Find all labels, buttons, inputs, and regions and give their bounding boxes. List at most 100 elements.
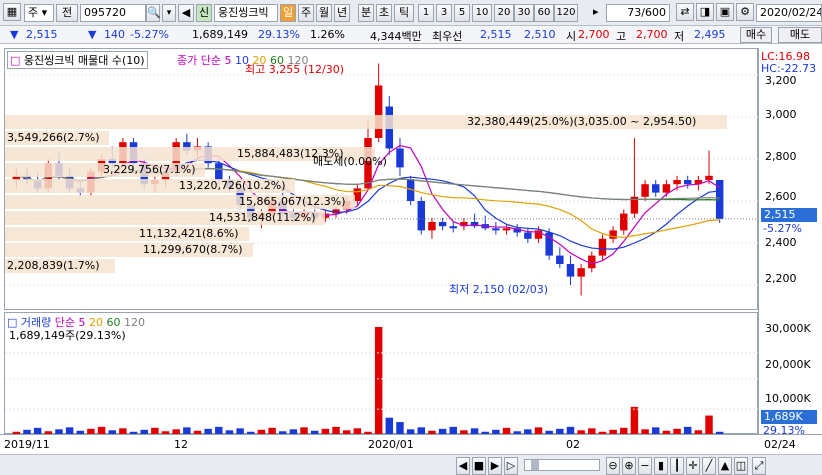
candle-body xyxy=(662,184,671,193)
quote-volume: 1,689,149 xyxy=(192,28,248,41)
buy-button[interactable]: 매수 xyxy=(740,27,772,43)
next-icon[interactable]: ▷ xyxy=(504,457,518,475)
band-label-2: 3,549,266(2.7%) xyxy=(7,131,100,144)
tick-3000: 3,000 xyxy=(765,108,797,121)
num-1[interactable]: 1 xyxy=(418,4,434,22)
period-month[interactable]: 월 xyxy=(316,4,332,22)
play-icon[interactable]: ▶ xyxy=(488,457,502,475)
scroll-arrow-icon[interactable]: ▸ xyxy=(590,4,602,22)
period-day[interactable]: 일 xyxy=(280,4,296,22)
tick-2600: 2,600 xyxy=(765,190,797,203)
current-pct-tag: -5.27% xyxy=(763,222,802,235)
quote-low: 2,495 xyxy=(694,28,726,41)
count-total: /600 xyxy=(641,6,666,19)
num-30[interactable]: 30 xyxy=(514,4,534,22)
expand-icon[interactable]: ⤢ xyxy=(752,457,766,475)
quote-best-ask: 2,515 xyxy=(480,28,512,41)
num-3[interactable]: 3 xyxy=(436,4,452,22)
period-year[interactable]: 년 xyxy=(334,4,350,22)
minus-icon[interactable]: − xyxy=(638,457,652,475)
num-60[interactable]: 60 xyxy=(534,4,554,22)
num-20[interactable]: 20 xyxy=(494,4,514,22)
zoom-slider-thumb[interactable] xyxy=(531,460,539,470)
speaker-icon[interactable]: ◀ xyxy=(178,4,194,22)
zoom-in-icon[interactable]: ⊕ xyxy=(622,457,636,475)
bars-icon[interactable]: ▮ xyxy=(654,457,668,475)
candle-body xyxy=(492,228,500,231)
band-label-7: 14,531,848(11.2%) xyxy=(209,211,316,224)
candle-body xyxy=(524,232,532,239)
band-label-1: 32,380,449(25.0%)(3,035.00 ~ 2,954.50) xyxy=(467,115,697,128)
volume-bar xyxy=(385,417,394,435)
link-icon[interactable]: ⇄ xyxy=(676,3,694,21)
ma-5: 5 xyxy=(224,54,232,67)
zoom-slider[interactable] xyxy=(524,459,600,471)
grid-icon[interactable]: ▦ xyxy=(3,3,21,21)
gear-icon[interactable]: ⚙ xyxy=(736,3,754,21)
period-week[interactable]: 주 xyxy=(298,4,314,22)
tick-2400: 2,400 xyxy=(765,236,797,249)
volume-bar xyxy=(705,415,713,435)
candle-body xyxy=(449,226,457,229)
x-label-3: 2020/01 xyxy=(368,438,414,451)
quote-change: 140 xyxy=(104,28,125,41)
market-select[interactable]: 주 ▾ xyxy=(24,4,54,22)
type-button[interactable]: 전 xyxy=(56,4,78,22)
quote-vol-ratio: 29.13% xyxy=(258,28,300,41)
quote-high-label: 고 xyxy=(616,30,627,43)
settings-icon[interactable]: ◫ xyxy=(734,457,748,475)
chart-type-icon[interactable]: ▲ xyxy=(718,457,732,475)
candle-body xyxy=(588,255,596,269)
low-annotation: 최저 2,150 (02/03) xyxy=(449,283,549,296)
x-label-1: 2019/11 xyxy=(4,438,50,451)
volume-chart[interactable]: □ 거래량 단순 5 20 60 120 1,689,149주(29.13%) xyxy=(4,312,759,435)
band-label-10: 2,208,839(1.7%) xyxy=(7,259,100,272)
legend-box-icon: □ xyxy=(10,54,21,67)
sell-button[interactable]: 매도 xyxy=(778,27,822,43)
candle-body xyxy=(705,175,713,180)
period-tick[interactable]: 틱 xyxy=(394,4,414,22)
vol-tick-10000: 10,000K xyxy=(765,392,811,405)
crosshair-icon[interactable]: ✛ xyxy=(686,457,700,475)
count-value: 73 xyxy=(627,6,642,19)
time-axis[interactable]: 2019/11 12 2020/01 02 02/24 xyxy=(0,434,822,454)
candle-body xyxy=(577,268,585,277)
price-axis[interactable]: LC:16.98 HC:-22.73 3,200 3,000 2,800 2,6… xyxy=(758,48,822,437)
x-label-5: 02/24 xyxy=(764,438,796,451)
sell-annotation: 매도세(0.00%) xyxy=(313,155,387,168)
period-second[interactable]: 초 xyxy=(376,4,392,22)
price-legend[interactable]: □ 웅진씽크빅 매물대 수(10) xyxy=(7,51,148,69)
scroll-left-icon[interactable]: ◀ xyxy=(456,457,470,475)
num-10[interactable]: 10 xyxy=(472,4,492,22)
bottom-controls: ◀ ■ ▶ ▷ ⊖ ⊕ − ▮ ┃ ✛ ╱ ▲ ◫ ⤢ xyxy=(0,454,822,475)
num-120[interactable]: 120 xyxy=(554,4,578,22)
num-5[interactable]: 5 xyxy=(454,4,470,22)
price-chart[interactable]: 32,380,449(25.0%)(3,035.00 ~ 2,954.50) 3… xyxy=(4,48,759,310)
trend-icon[interactable]: ╱ xyxy=(702,457,716,475)
volume-current-tag: 1,689K xyxy=(761,410,817,424)
zoom-out-icon[interactable]: ⊖ xyxy=(606,457,620,475)
dropdown-icon[interactable]: ▾ xyxy=(162,4,176,22)
tick-3200: 3,200 xyxy=(765,74,797,87)
date-field[interactable]: 2020/02/24 xyxy=(756,4,822,22)
quote-price-arrow: ▼ xyxy=(10,28,19,41)
save-icon[interactable]: ▣ xyxy=(716,3,734,21)
count-field[interactable]: 73/600 xyxy=(606,4,670,22)
stop-icon[interactable]: ■ xyxy=(472,457,486,475)
candle-body xyxy=(609,230,617,239)
candle-body xyxy=(502,228,511,231)
period-minute[interactable]: 분 xyxy=(358,4,374,22)
code-input[interactable]: 095720 xyxy=(80,4,146,22)
quote-bar: ▼ 2,515 ▼ 140 -5.27% 1,689,149 29.13% 1.… xyxy=(0,26,822,44)
candle-body xyxy=(673,180,681,185)
search-icon[interactable]: 🔍 xyxy=(146,4,161,22)
candles-icon[interactable]: ┃ xyxy=(670,457,684,475)
chart-icon[interactable]: ◨ xyxy=(696,3,714,21)
candle-body xyxy=(556,255,564,264)
candle-body xyxy=(396,148,404,168)
ma-legend-label: 종가 단순 xyxy=(177,54,221,67)
credit-icon: 신 xyxy=(196,4,212,22)
band-label-5: 13,220,726(10.2%) xyxy=(179,179,286,192)
candle-body xyxy=(641,184,649,197)
candle-body xyxy=(215,163,223,180)
